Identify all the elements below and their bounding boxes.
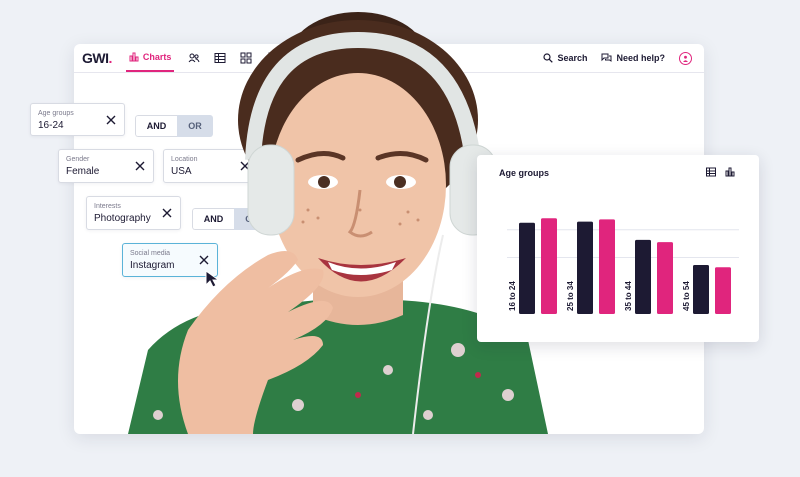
category-label: 16 to 24 bbox=[508, 281, 517, 311]
bar[interactable] bbox=[577, 221, 593, 314]
age-groups-chart-card: Age groups 16 to 24 25 to 34 35 to 44 45 to… bbox=[477, 155, 759, 342]
logo-dot: . bbox=[108, 50, 113, 66]
logo-text: GWI bbox=[82, 50, 109, 66]
close-icon[interactable] bbox=[106, 115, 116, 125]
filter-label: Age groups bbox=[38, 110, 74, 117]
mouse-pointer-icon bbox=[205, 270, 221, 288]
filter-age-groups[interactable]: Age groups 16-24 bbox=[30, 103, 125, 136]
bar[interactable] bbox=[635, 239, 651, 314]
category-label: 45 to 54 bbox=[682, 281, 691, 311]
bar[interactable] bbox=[693, 264, 709, 314]
chat-help-icon bbox=[601, 53, 612, 62]
category-label: 35 to 44 bbox=[624, 281, 633, 311]
help-button[interactable]: Need help? bbox=[601, 53, 665, 63]
bar[interactable] bbox=[657, 242, 673, 314]
bar[interactable] bbox=[599, 219, 615, 314]
help-label: Need help? bbox=[616, 53, 665, 63]
user-icon bbox=[683, 55, 688, 62]
category-label: 25 to 34 bbox=[566, 281, 575, 311]
age-groups-bar-chart: 16 to 24 25 to 34 35 to 44 45 to 54 bbox=[507, 218, 739, 314]
bar[interactable] bbox=[541, 218, 557, 314]
bar[interactable] bbox=[519, 222, 535, 314]
filter-value: 16-24 bbox=[38, 120, 64, 131]
bar[interactable] bbox=[715, 267, 731, 314]
gwi-logo[interactable]: GWI. bbox=[82, 50, 112, 66]
user-avatar[interactable] bbox=[679, 51, 692, 65]
